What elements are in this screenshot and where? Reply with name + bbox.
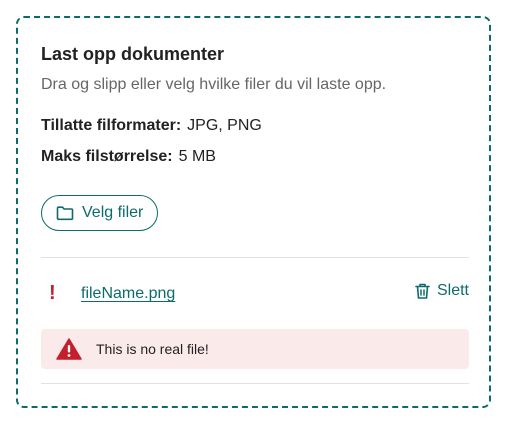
select-files-label: Velg filer bbox=[82, 204, 144, 221]
allowed-formats-row: Tillatte filformater: JPG, PNG bbox=[41, 117, 262, 135]
warning-triangle-icon bbox=[56, 338, 82, 360]
max-size-row: Maks filstørrelse: 5 MB bbox=[41, 148, 216, 166]
divider bbox=[41, 383, 469, 384]
file-error-message: This is no real file! bbox=[41, 329, 469, 369]
divider bbox=[41, 257, 469, 258]
folder-icon bbox=[56, 206, 74, 221]
select-files-button[interactable]: Velg filer bbox=[41, 195, 159, 231]
trash-icon bbox=[415, 283, 430, 299]
error-text: This is no real file! bbox=[96, 341, 209, 357]
allowed-formats-label: Tillatte filformater: bbox=[41, 117, 182, 134]
error-status-icon: ! bbox=[49, 282, 56, 304]
allowed-formats-value: JPG, PNG bbox=[187, 117, 262, 134]
upload-description: Dra og slipp eller velg hvilke filer du … bbox=[41, 76, 387, 93]
upload-title: Last opp dokumenter bbox=[41, 44, 225, 64]
file-name-link[interactable]: fileName.png bbox=[81, 285, 175, 303]
max-size-value: 5 MB bbox=[178, 148, 216, 165]
max-size-label: Maks filstørrelse: bbox=[41, 148, 173, 165]
delete-label: Slett bbox=[436, 282, 469, 299]
file-upload-dropzone[interactable]: Last opp dokumenter Dra og slipp eller v… bbox=[16, 16, 491, 408]
delete-file-button[interactable]: Slett bbox=[414, 282, 469, 300]
file-list-item: ! fileName.png Slett bbox=[41, 280, 469, 310]
